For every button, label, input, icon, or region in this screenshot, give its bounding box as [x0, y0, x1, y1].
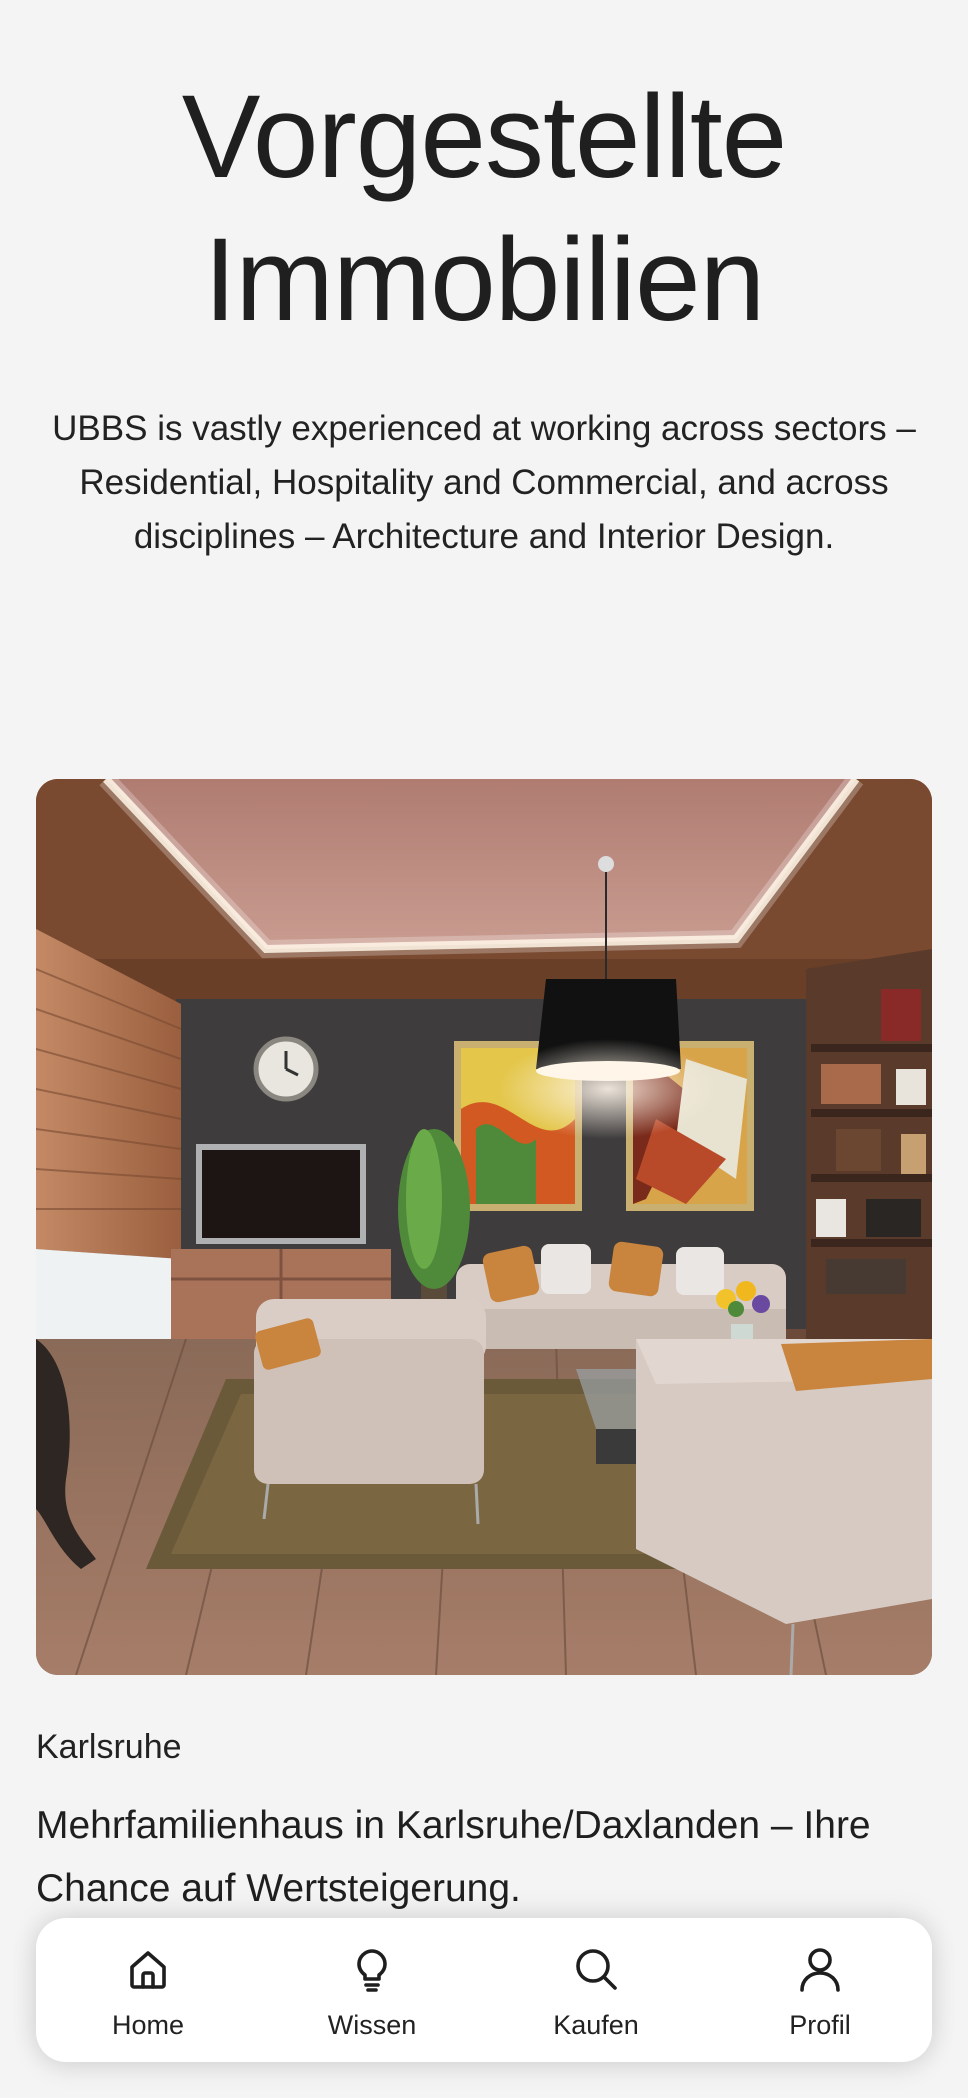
nav-label-kaufen: Kaufen [553, 2010, 639, 2040]
page-title: Vorgestellte Immobilien [0, 66, 968, 352]
page-title-line-2: Immobilien [203, 214, 766, 346]
property-location: Karlsruhe [36, 1728, 182, 1766]
nav-item-kaufen[interactable]: Kaufen [484, 1918, 708, 2062]
lightbulb-icon [348, 1945, 396, 1993]
living-room-illustration [36, 779, 932, 1675]
search-icon [572, 1945, 620, 1993]
bottom-navigation: Home Wissen Kaufen Profil [36, 1918, 932, 2062]
nav-item-profil[interactable]: Profil [708, 1918, 932, 2062]
nav-label-home: Home [111, 2010, 185, 2040]
intro-description: UBBS is vastly experienced at working ac… [52, 409, 916, 556]
page-title-line-1: Vorgestellte [181, 71, 788, 203]
user-icon [796, 1945, 844, 1993]
nav-item-home[interactable]: Home [36, 1918, 260, 2062]
property-title[interactable]: Mehrfamilienhaus in Karlsruhe/Daxlanden … [36, 1794, 936, 1920]
home-icon [124, 1945, 172, 1993]
nav-label-wissen: Wissen [327, 2010, 417, 2040]
nav-item-wissen[interactable]: Wissen [260, 1918, 484, 2062]
property-image[interactable] [36, 779, 932, 1675]
nav-label-profil: Profil [789, 2010, 851, 2040]
